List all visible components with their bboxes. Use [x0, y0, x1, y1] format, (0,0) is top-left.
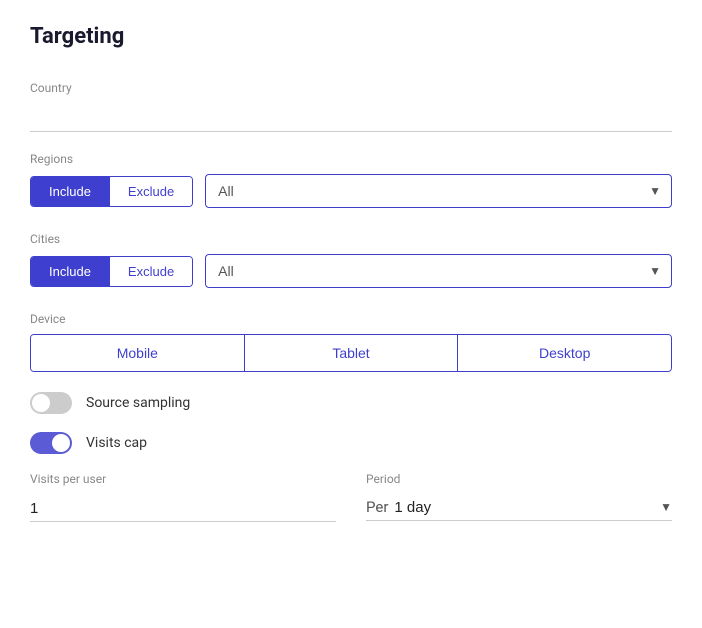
visits-period-row: Visits per user Period Per 1 day 7 days … — [30, 472, 672, 522]
cities-include-exclude-group: Include Exclude — [30, 256, 193, 287]
country-section: Country — [30, 81, 672, 132]
visits-per-user-label: Visits per user — [30, 472, 336, 486]
device-section: Device Mobile Tablet Desktop — [30, 312, 672, 372]
period-select-wrapper: Per 1 day 7 days 30 days ▼ — [366, 494, 672, 521]
country-input[interactable] — [30, 103, 672, 132]
visits-per-user-input[interactable] — [30, 500, 336, 517]
period-select[interactable]: 1 day 7 days 30 days — [394, 499, 656, 516]
cities-exclude-button[interactable]: Exclude — [109, 257, 192, 286]
device-label: Device — [30, 312, 672, 326]
device-desktop-button[interactable]: Desktop — [458, 335, 671, 371]
page-title: Targeting — [30, 24, 672, 49]
regions-label: Regions — [30, 152, 672, 166]
source-sampling-row: Source sampling — [30, 392, 672, 414]
regions-include-exclude-group: Include Exclude — [30, 176, 193, 207]
regions-exclude-button[interactable]: Exclude — [109, 177, 192, 206]
period-field: Period Per 1 day 7 days 30 days ▼ — [366, 472, 672, 522]
period-label: Period — [366, 472, 672, 486]
regions-filter-row: Include Exclude All ▼ — [30, 174, 672, 208]
regions-select-wrapper: All ▼ — [205, 174, 672, 208]
regions-include-button[interactable]: Include — [31, 177, 109, 206]
period-prefix: Per — [366, 498, 388, 516]
cities-section: Cities Include Exclude All ▼ — [30, 232, 672, 288]
visits-cap-row: Visits cap — [30, 432, 672, 454]
cities-select-wrapper: All ▼ — [205, 254, 672, 288]
device-mobile-button[interactable]: Mobile — [31, 335, 245, 371]
visits-cap-toggle[interactable] — [30, 432, 72, 454]
visits-per-user-field: Visits per user — [30, 472, 336, 522]
regions-section: Regions Include Exclude All ▼ — [30, 152, 672, 208]
visits-cap-label: Visits cap — [86, 435, 147, 451]
cities-label: Cities — [30, 232, 672, 246]
source-sampling-toggle[interactable] — [30, 392, 72, 414]
device-tablet-button[interactable]: Tablet — [245, 335, 459, 371]
visits-input-wrapper — [30, 494, 336, 522]
cities-include-button[interactable]: Include — [31, 257, 109, 286]
source-sampling-label: Source sampling — [86, 395, 190, 411]
regions-select[interactable]: All — [206, 175, 671, 207]
country-label: Country — [30, 81, 672, 95]
cities-select[interactable]: All — [206, 255, 671, 287]
device-group: Mobile Tablet Desktop — [30, 334, 672, 372]
period-select-arrow: ▼ — [660, 500, 672, 514]
cities-filter-row: Include Exclude All ▼ — [30, 254, 672, 288]
